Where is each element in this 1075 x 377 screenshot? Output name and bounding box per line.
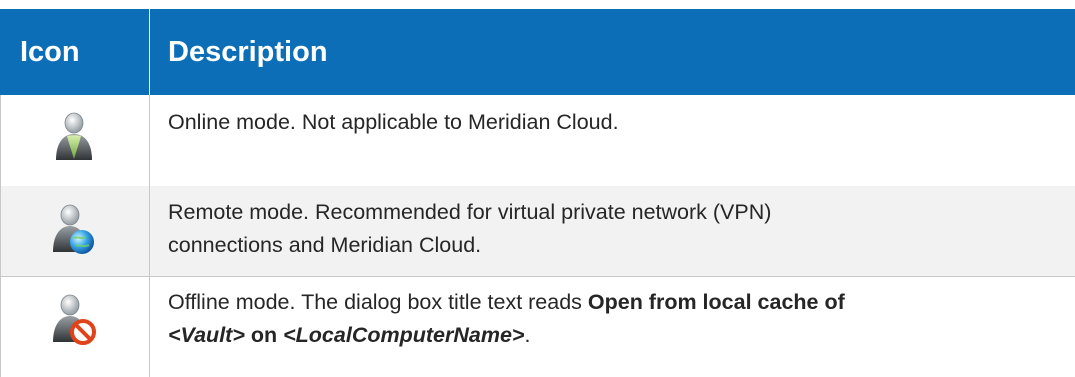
user-offline-noentry-icon bbox=[53, 294, 96, 345]
user-remote-globe-icon bbox=[53, 204, 94, 254]
header-description-column: Description bbox=[168, 35, 328, 68]
row-description-line-1: Offline mode. The dialog box title text … bbox=[168, 286, 1048, 319]
row-description: Online mode. Not applicable to Meridian … bbox=[168, 110, 619, 134]
row-description-line-2: <Vault> on <LocalComputerName>. bbox=[168, 319, 1048, 352]
row-description: Offline mode. The dialog box title text … bbox=[168, 286, 1048, 352]
table-header: Icon Description bbox=[0, 9, 1075, 95]
user-online-icon bbox=[56, 112, 92, 160]
computer-placeholder: <LocalComputerName> bbox=[283, 323, 525, 347]
on-word: on bbox=[244, 323, 284, 347]
table-row-remote: Remote mode. Recommended for virtual pri… bbox=[0, 186, 1075, 277]
description-suffix: . bbox=[524, 323, 531, 347]
row-description-line-1: Remote mode. Recommended for virtual pri… bbox=[168, 200, 772, 224]
header-icon-column: Icon bbox=[20, 35, 80, 68]
row-description: Remote mode. Recommended for virtual pri… bbox=[168, 196, 1048, 262]
header-divider bbox=[149, 9, 150, 95]
column-divider bbox=[149, 95, 150, 377]
table-row-online: Online mode. Not applicable to Meridian … bbox=[0, 95, 1075, 187]
dialog-title-text-part2: <Vault> on <LocalComputerName> bbox=[168, 323, 524, 347]
table-row-offline: Offline mode. The dialog box title text … bbox=[0, 276, 1075, 377]
table-left-border bbox=[0, 95, 1, 377]
vault-placeholder: <Vault> bbox=[168, 323, 245, 347]
row-description-line-2: connections and Meridian Cloud. bbox=[168, 233, 482, 257]
dialog-title-text-part1: Open from local cache of bbox=[587, 290, 845, 314]
description-prefix: Offline mode. The dialog box title text … bbox=[168, 290, 588, 314]
